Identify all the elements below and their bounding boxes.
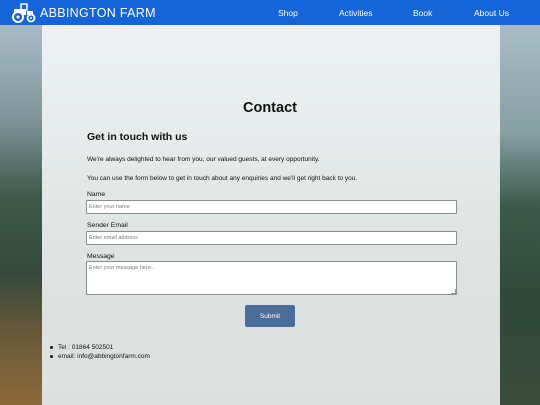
nav-shop[interactable]: Shop (278, 8, 298, 18)
section-subtitle: Get in touch with us (87, 131, 188, 143)
email-label: Sender Email (87, 222, 128, 229)
intro-text-1: We're always delighted to hear from you,… (87, 156, 320, 163)
email-input[interactable] (86, 231, 457, 245)
name-label: Name (87, 191, 106, 198)
navbar: ABBINGTON FARM Shop Activities Book Abou… (0, 0, 540, 25)
background-image-right (498, 25, 540, 405)
resize-handle-icon[interactable] (451, 289, 456, 294)
contact-email: email: info@abbingtonfarm.com (49, 352, 150, 361)
contact-phone: Tel : 01864 502501 (49, 343, 150, 352)
nav-book[interactable]: Book (413, 8, 432, 18)
page-title: Contact (243, 100, 297, 116)
intro-text-2: You can use the form below to get in tou… (87, 175, 358, 182)
nav-activities[interactable]: Activities (339, 8, 373, 18)
message-label: Message (87, 253, 115, 260)
name-input[interactable] (86, 200, 457, 214)
message-textarea[interactable] (86, 261, 457, 295)
contact-details-list: Tel : 01864 502501 email: info@abbington… (49, 343, 150, 361)
submit-button[interactable]: Submit (245, 305, 295, 327)
nav-about-us[interactable]: About Us (474, 8, 509, 18)
background-image-left (0, 25, 42, 405)
